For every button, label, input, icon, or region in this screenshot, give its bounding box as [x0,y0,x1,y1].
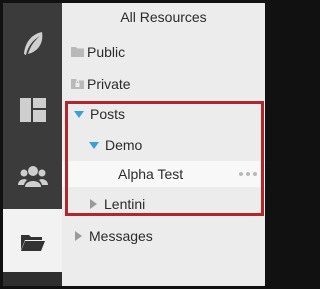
rail-item-users[interactable] [3,143,62,209]
tree-item-label: Private [87,76,131,92]
feather-icon [23,32,42,55]
caret-right-icon[interactable] [75,231,82,241]
tree-item-label: Public [87,44,126,60]
rail-item-feather[interactable] [3,11,62,77]
tree-item-private[interactable]: Private [62,71,265,97]
app-window: All Resources Public Private Posts Demo … [1,1,267,288]
folder-open-icon [20,235,45,251]
folder-icon [71,44,84,60]
rail-item-resources[interactable] [3,209,62,275]
rail-bottom-strip [3,272,62,286]
tree-item-label: Messages [89,228,153,244]
tree-item-public[interactable]: Public [62,39,265,65]
highlight-box [65,101,264,216]
rail-item-dashboard[interactable] [3,77,62,143]
tree-item-messages[interactable]: Messages [62,223,265,249]
lock-folder-icon [71,76,84,92]
panel-title: All Resources [120,9,207,25]
left-rail [3,3,62,286]
dashboard-icon [19,98,46,122]
users-icon [17,166,48,187]
